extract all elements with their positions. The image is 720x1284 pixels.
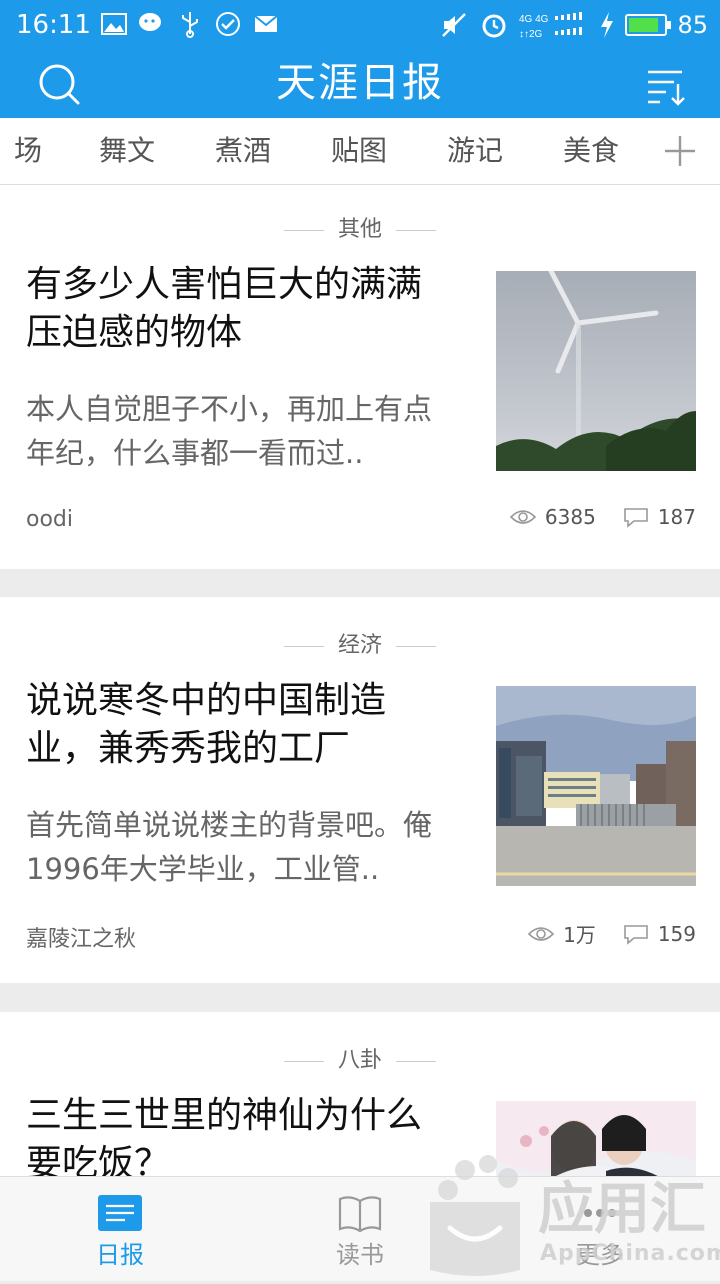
tab-item[interactable]: 煮酒 — [215, 118, 271, 184]
nav-item-books[interactable]: 读书 — [300, 1177, 420, 1281]
article-author[interactable]: oodi — [26, 507, 73, 532]
watermark-site: AppChina.com — [540, 1241, 720, 1266]
wind-turbine-image — [496, 271, 696, 471]
alarm-icon — [482, 14, 506, 38]
image-icon — [100, 10, 128, 38]
book-icon — [338, 1196, 382, 1233]
nav-item-daily[interactable]: 日报 — [60, 1177, 180, 1281]
article-card[interactable]: 经济 说说寒冬中的中国制造业，兼秀秀我的工厂 首先简单说说楼主的背景吧。俺199… — [0, 597, 720, 983]
battery-icon — [625, 14, 672, 36]
category-label: 经济 — [0, 627, 720, 659]
divider — [396, 229, 436, 231]
comment-icon — [624, 508, 648, 528]
article-title[interactable]: 有多少人害怕巨大的满满压迫感的物体 — [26, 261, 446, 357]
article-stats: 6385 187 — [509, 505, 696, 529]
category-text: 经济 — [337, 633, 382, 658]
tab-item[interactable]: 美食 — [563, 118, 619, 184]
tab-item[interactable]: 舞文 — [99, 118, 155, 184]
appchina-logo: 应用汇 AppChina.com — [430, 1155, 720, 1276]
svg-text:4G 4G: 4G 4G — [519, 14, 549, 25]
eye-icon — [527, 926, 555, 941]
watermark-brand: 应用汇 — [538, 1177, 706, 1242]
comment-count: 159 — [657, 921, 696, 946]
notification-icons — [100, 10, 280, 38]
factory-image — [496, 686, 696, 886]
divider — [283, 229, 324, 231]
app-header: 天涯日报 — [0, 50, 720, 118]
eye-icon — [509, 510, 537, 524]
tab-item[interactable]: 场 — [14, 118, 42, 184]
battery-percent: 85 — [677, 11, 708, 39]
divider — [283, 1060, 324, 1062]
category-text: 八卦 — [337, 1048, 382, 1073]
check-circle-icon — [214, 10, 242, 38]
mail-icon — [252, 10, 280, 38]
comment-icon — [624, 924, 648, 945]
news-icon — [98, 1195, 142, 1231]
article-summary: 本人自觉胆子不小，再加上有点年纪，什么事都一看而过.. — [26, 392, 433, 470]
mute-icon — [442, 13, 467, 37]
article-summary: 首先简单说说楼主的背景吧。俺1996年大学毕业，工业管.. — [26, 808, 433, 886]
status-bar: 16:11 4G 4G ↕↑2G 85 — [0, 0, 720, 50]
divider — [396, 1060, 436, 1062]
plus-icon — [665, 136, 695, 166]
divider — [396, 645, 436, 647]
article-author[interactable]: 嘉陵江之秋 — [26, 921, 136, 953]
signal-icon: 4G 4G ↕↑2G — [519, 12, 583, 40]
sort-button[interactable] — [642, 64, 692, 108]
article-thumbnail[interactable] — [496, 271, 696, 471]
usb-icon — [176, 10, 204, 38]
article-title[interactable]: 说说寒冬中的中国制造业，兼秀秀我的工厂 — [26, 677, 446, 773]
sort-icon — [648, 70, 685, 106]
comment-count: 187 — [657, 505, 696, 529]
article-thumbnail[interactable] — [496, 686, 696, 886]
tab-item[interactable]: 贴图 — [331, 118, 387, 184]
appchina-watermark: 应用汇 AppChina.com — [420, 1150, 720, 1280]
nav-label: 日报 — [96, 1241, 144, 1269]
page-title: 天涯日报 — [276, 60, 444, 106]
tab-item[interactable]: 游记 — [447, 118, 503, 184]
status-right: 4G 4G ↕↑2G 85 — [439, 8, 708, 42]
charging-icon — [601, 12, 614, 38]
view-count: 6385 — [544, 505, 596, 529]
channel-tabs: 场 舞文 煮酒 贴图 游记 美食 — [0, 118, 720, 185]
nav-label: 读书 — [336, 1241, 384, 1269]
article-stats: 1万 159 — [527, 919, 696, 948]
category-text: 其他 — [337, 217, 382, 242]
category-label: 其他 — [0, 211, 720, 243]
wechat-icon — [138, 10, 166, 38]
category-label: 八卦 — [0, 1042, 720, 1074]
status-time: 16:11 — [16, 10, 91, 40]
article-card[interactable]: 其他 有多少人害怕巨大的满满压迫感的物体 本人自觉胆子不小，再加上有点年纪，什么… — [0, 185, 720, 569]
add-channel-button[interactable] — [640, 118, 720, 184]
svg-text:↕↑2G: ↕↑2G — [519, 29, 543, 40]
divider — [283, 645, 324, 647]
article-title[interactable]: 三生三世里的神仙为什么要吃饭？ — [26, 1092, 446, 1176]
view-count: 1万 — [563, 923, 596, 947]
